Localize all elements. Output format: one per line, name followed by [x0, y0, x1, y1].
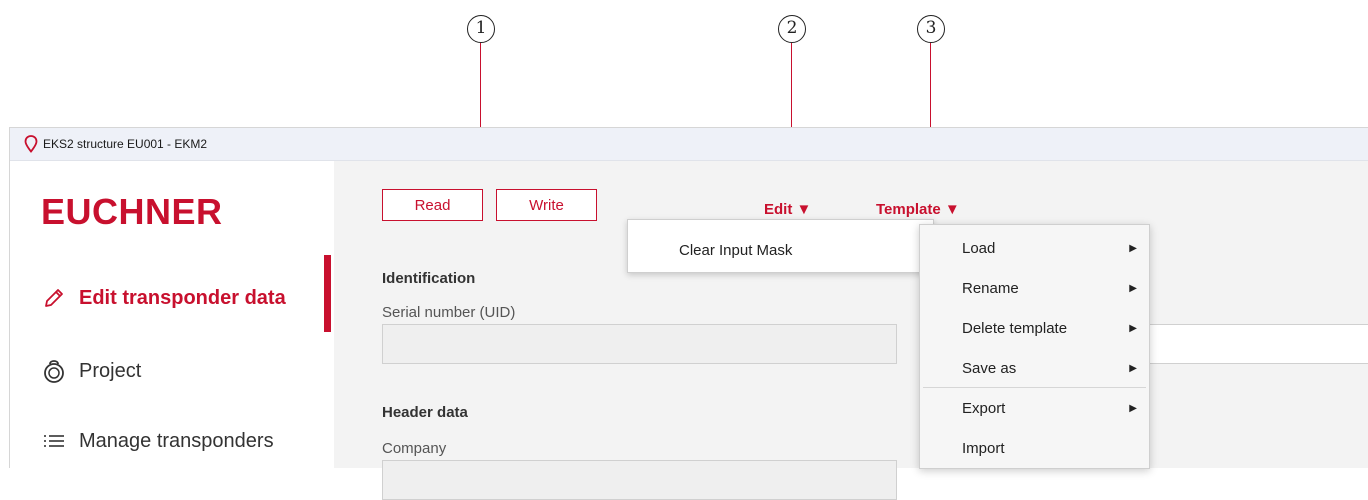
- euchner-logo: EUCHNER: [41, 191, 223, 232]
- window-title: EKS2 structure EU001 - EKM2: [43, 137, 208, 151]
- list-icon: [41, 428, 67, 454]
- callout-2: 2: [778, 15, 806, 43]
- template-menu: Load ▶ Rename ▶ Delete template ▶ Save a…: [919, 224, 1150, 469]
- menu-item-load[interactable]: Load ▶: [920, 229, 1149, 267]
- identification-title: Identification: [382, 270, 476, 287]
- menu-item-label: Rename: [962, 279, 1019, 297]
- menu-item-import[interactable]: Import: [920, 429, 1149, 467]
- sidebar-item-label: Edit transponder data: [79, 286, 286, 309]
- menu-item-label: Import: [962, 439, 1005, 457]
- menu-item-label: Export: [962, 399, 1006, 417]
- template-menu-trigger[interactable]: Template ▼: [876, 201, 960, 218]
- edit-dropdown: Clear Input Mask: [627, 219, 934, 273]
- sidebar: EUCHNER Edit transponder data Project Ma…: [10, 161, 334, 468]
- menu-separator: [923, 387, 1146, 388]
- main-content: Read Write Identification Serial number …: [334, 161, 1368, 500]
- edit-menu-trigger[interactable]: Edit ▼: [764, 201, 811, 218]
- sidebar-item-label: Project: [79, 359, 142, 382]
- menu-item-label: Load: [962, 239, 996, 257]
- serial-number-label: Serial number (UID): [382, 304, 516, 321]
- callout-3: 3: [917, 15, 945, 43]
- clear-input-mask-item[interactable]: Clear Input Mask: [679, 242, 792, 259]
- title-bar: EKS2 structure EU001 - EKM2: [10, 128, 1368, 161]
- sidebar-item-manage-transponders[interactable]: Manage transponders: [41, 426, 274, 456]
- header-data-title: Header data: [382, 404, 468, 421]
- sidebar-item-project[interactable]: Project: [41, 356, 141, 386]
- app-window: EKS2 structure EU001 - EKM2 EUCHNER Edit…: [9, 127, 1368, 500]
- menu-item-label: Save as: [962, 359, 1017, 377]
- menu-item-save-as[interactable]: Save as ▶: [920, 349, 1149, 387]
- submenu-arrow-icon: ▶: [1129, 242, 1137, 254]
- submenu-arrow-icon: ▶: [1129, 282, 1137, 294]
- pencil-icon: [41, 285, 67, 311]
- company-label: Company: [382, 440, 447, 457]
- location-pin-icon: [24, 135, 38, 153]
- read-button[interactable]: Read: [382, 189, 483, 221]
- submenu-arrow-icon: ▶: [1129, 322, 1137, 334]
- active-indicator: [324, 255, 331, 332]
- company-field[interactable]: [382, 460, 897, 500]
- sidebar-item-edit-transponder-data[interactable]: Edit transponder data: [41, 283, 286, 313]
- menu-item-rename[interactable]: Rename ▶: [920, 269, 1149, 307]
- callout-1: 1: [467, 15, 495, 43]
- submenu-arrow-icon: ▶: [1129, 402, 1137, 414]
- serial-number-field[interactable]: [382, 324, 897, 364]
- menu-item-label: Delete template: [962, 319, 1068, 337]
- menu-item-export[interactable]: Export ▶: [920, 389, 1149, 427]
- sidebar-item-label: Manage transponders: [79, 429, 274, 452]
- write-button[interactable]: Write: [496, 189, 597, 221]
- transponder-tag-icon: [41, 358, 67, 384]
- menu-item-delete-template[interactable]: Delete template ▶: [920, 309, 1149, 347]
- submenu-arrow-icon: ▶: [1129, 362, 1137, 374]
